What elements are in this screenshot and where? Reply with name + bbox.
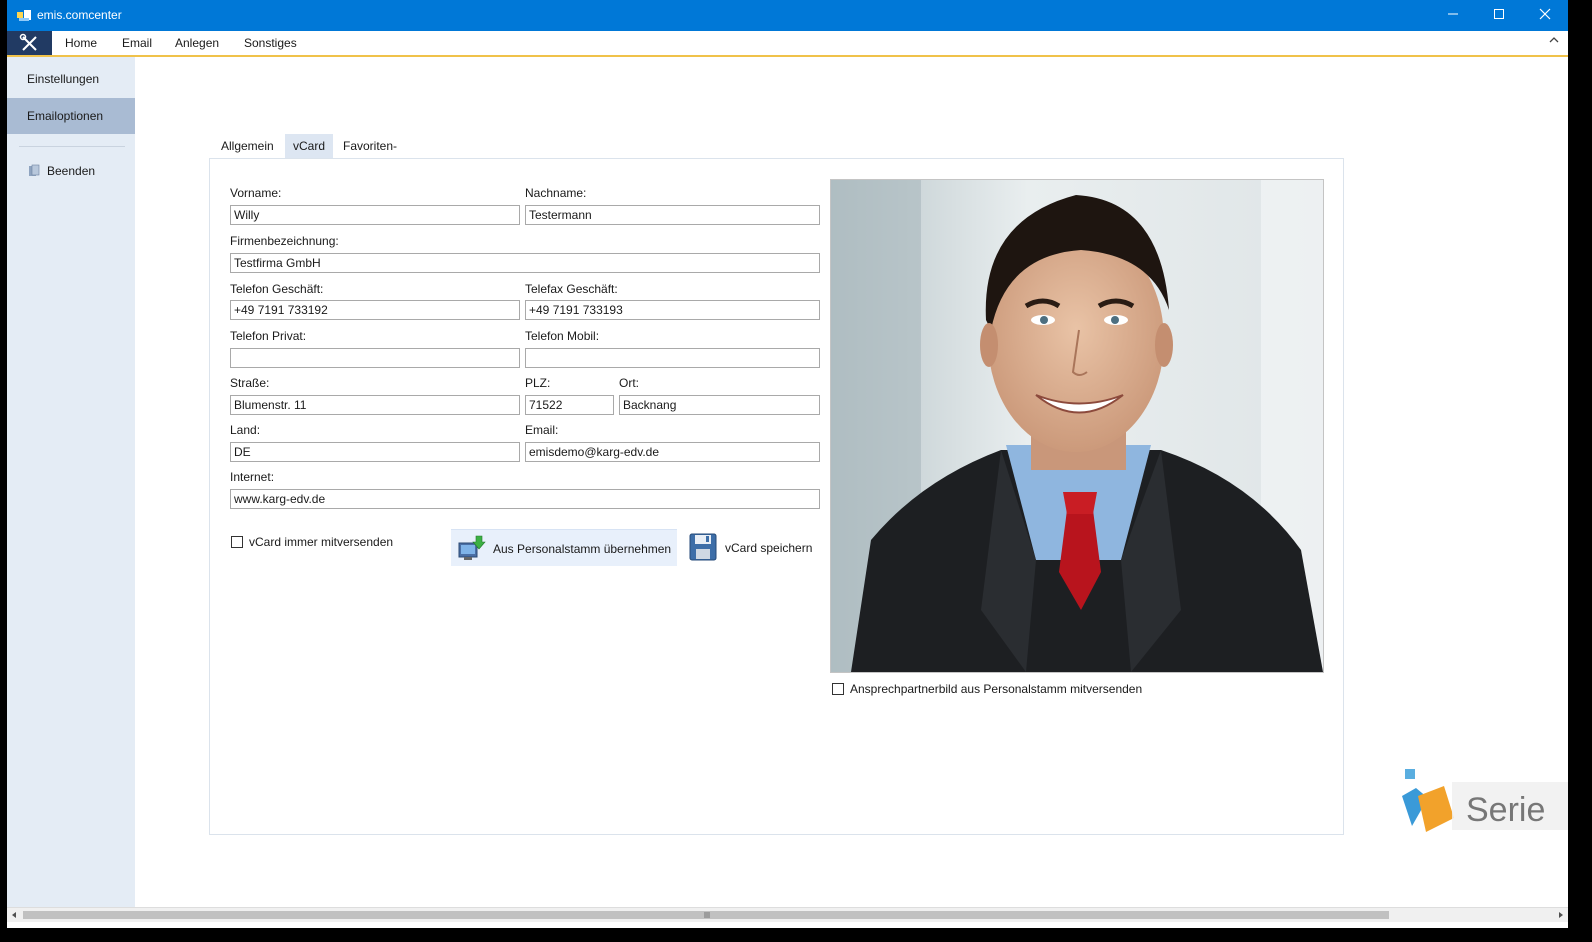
tel-geschaeft-field[interactable]: +49 7191 733192	[230, 300, 520, 320]
ort-label: Ort:	[619, 376, 639, 390]
internet-label: Internet:	[230, 470, 275, 484]
vorname-label: Vorname:	[230, 186, 282, 200]
scroll-left-icon[interactable]	[10, 911, 18, 919]
minimize-icon	[1448, 13, 1458, 15]
vcard-save-label: vCard speichern	[725, 541, 813, 555]
person-photo-image	[831, 180, 1323, 672]
scroll-thumb[interactable]	[23, 911, 1389, 919]
tel-geschaeft-label: Telefon Geschäft:	[230, 282, 324, 296]
collapse-ribbon-icon[interactable]	[1548, 34, 1560, 46]
horizontal-scrollbar[interactable]	[7, 907, 1568, 922]
email-label: Email:	[525, 423, 559, 437]
photo-send-label[interactable]: Ansprechpartnerbild aus Personalstamm mi…	[850, 682, 1142, 696]
tab-favoriten-anhaenge[interactable]: Favoriten-Anhänge	[335, 134, 405, 177]
main-content: Allgemein vCard Favoriten-Anhänge Vornam…	[135, 57, 1568, 907]
ribbon-menu-bar: Home Email Anlegen Sonstiges	[7, 31, 1568, 57]
fax-geschaeft-label: Telefax Geschäft:	[525, 282, 618, 296]
watermark-text: Serie	[1466, 791, 1545, 829]
import-personalstamm-button[interactable]: Aus Personalstamm übernehmen	[451, 529, 677, 566]
nachname-field[interactable]: Testermann	[525, 205, 820, 225]
tab-allgemein[interactable]: Allgemein	[213, 134, 282, 158]
file-menu-button[interactable]	[7, 31, 52, 55]
photo-send-checkbox[interactable]	[832, 683, 844, 695]
sidebar-item-emailoptionen[interactable]: Emailoptionen	[7, 98, 135, 134]
plz-field[interactable]: 71522	[525, 395, 614, 415]
menu-email[interactable]: Email	[122, 36, 152, 50]
maximize-icon	[1494, 9, 1504, 19]
serie-logo-icon: Serie	[1402, 769, 1568, 832]
import-button-label: Aus Personalstamm übernehmen	[493, 542, 672, 556]
vcard-save-button[interactable]: vCard speichern	[687, 529, 822, 565]
land-label: Land:	[230, 423, 261, 437]
scroll-right-icon[interactable]	[1557, 911, 1565, 919]
app-window: emis.comcenter Home Email Anlegen Sonsti…	[7, 0, 1568, 928]
vcard-panel: Vorname: Nachname: Willy Testermann Firm…	[209, 158, 1344, 835]
sidebar-item-beenden-label: Beenden	[47, 164, 96, 178]
firma-field[interactable]: Testfirma GmbH	[230, 253, 820, 273]
fax-geschaeft-field[interactable]: +49 7191 733193	[525, 300, 820, 320]
tab-vcard[interactable]: vCard	[285, 134, 334, 158]
ort-field[interactable]: Backnang	[619, 395, 820, 415]
window-title: emis.comcenter	[37, 8, 122, 22]
scroll-grip-icon	[704, 912, 710, 918]
menu-home[interactable]: Home	[65, 36, 97, 50]
maximize-button[interactable]	[1476, 0, 1522, 31]
nachname-label: Nachname:	[525, 186, 587, 200]
strasse-label: Straße:	[230, 376, 270, 390]
tools-icon	[19, 33, 37, 51]
close-icon	[1539, 8, 1551, 20]
exit-icon	[29, 164, 40, 176]
firma-label: Firmenbezeichnung:	[230, 234, 339, 248]
minimize-button[interactable]	[1430, 0, 1476, 31]
app-icon	[17, 10, 31, 21]
strasse-field[interactable]: Blumenstr. 11	[230, 395, 520, 415]
vcard-always-checkbox[interactable]	[231, 536, 243, 548]
sidebar-item-beenden[interactable]: Beenden	[7, 153, 135, 189]
close-button[interactable]	[1522, 0, 1568, 31]
vorname-field[interactable]: Willy	[230, 205, 520, 225]
import-icon	[458, 535, 486, 560]
serie-watermark-logo: Serie	[1400, 766, 1568, 836]
save-floppy-icon	[689, 533, 717, 561]
email-field[interactable]: emisdemo@karg-edv.de	[525, 442, 820, 462]
internet-field[interactable]: www.karg-edv.de	[230, 489, 820, 509]
sidebar-divider	[19, 146, 125, 147]
tel-mobil-label: Telefon Mobil:	[525, 329, 600, 343]
sidebar-item-einstellungen[interactable]: Einstellungen	[7, 61, 135, 97]
tel-mobil-field[interactable]	[525, 348, 820, 368]
title-bar: emis.comcenter	[7, 0, 1568, 31]
plz-label: PLZ:	[525, 376, 551, 390]
tel-privat-field[interactable]	[230, 348, 520, 368]
tel-privat-label: Telefon Privat:	[230, 329, 307, 343]
sidebar: Einstellungen Emailoptionen Beenden	[7, 57, 135, 907]
vcard-always-label[interactable]: vCard immer mitversenden	[249, 535, 393, 549]
land-field[interactable]: DE	[230, 442, 520, 462]
menu-anlegen[interactable]: Anlegen	[175, 36, 219, 50]
menu-sonstiges[interactable]: Sonstiges	[244, 36, 297, 50]
contact-photo	[830, 179, 1324, 673]
